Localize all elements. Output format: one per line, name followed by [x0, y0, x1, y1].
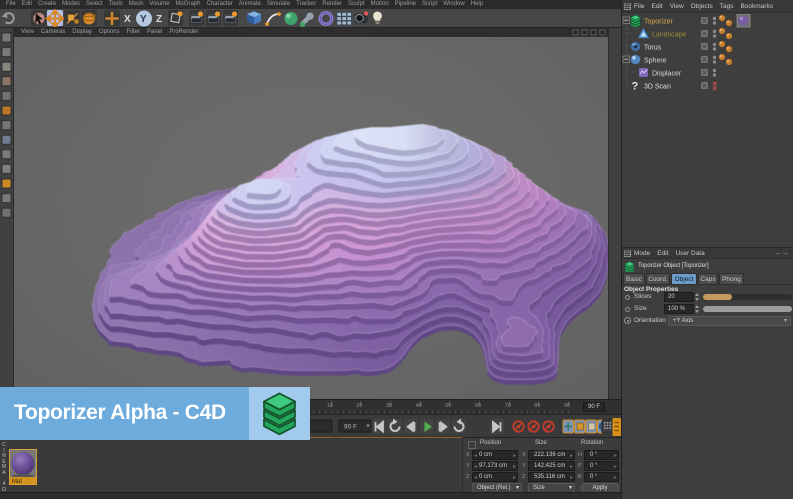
svg-text:Sphere: Sphere [644, 58, 667, 65]
svg-text:Landscape: Landscape [652, 32, 686, 39]
svg-text:?: ? [632, 81, 639, 93]
svg-text:X: X [124, 14, 131, 25]
svg-text:90 F: 90 F [344, 424, 357, 431]
svg-text:Toporizer: Toporizer [644, 19, 673, 26]
svg-text:3D Scan: 3D Scan [644, 84, 671, 91]
svg-text:Displacer: Displacer [652, 71, 682, 78]
svg-text:Mat: Mat [12, 479, 22, 484]
svg-text:Y: Y [140, 14, 147, 25]
svg-text:Z: Z [156, 14, 162, 25]
svg-text:Torus: Torus [644, 45, 662, 52]
